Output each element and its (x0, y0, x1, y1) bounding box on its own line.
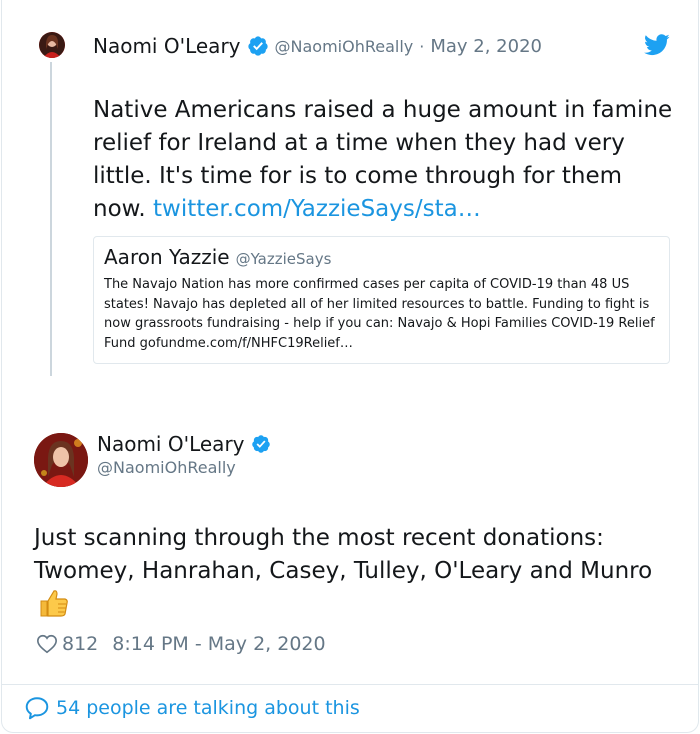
parent-tweet-text: Native Americans raised a huge amount in… (93, 94, 673, 226)
main-author-handle[interactable]: @NaomiOhReally (97, 458, 271, 477)
parent-tweet-date[interactable]: May 2, 2020 (430, 36, 542, 57)
main-tweet-header: Naomi O'Leary @NaomiOhReally (97, 432, 271, 477)
parent-author-handle[interactable]: @NaomiOhReally (275, 37, 414, 56)
quoted-tweet-header: Aaron Yazzie @YazzieSays (104, 245, 659, 269)
parent-tweet-header: Naomi O'Leary @NaomiOhReally · May 2, 20… (93, 30, 542, 62)
speech-bubble-icon (25, 697, 49, 720)
quoted-tweet-text: The Navajo Nation has more confirmed cas… (104, 277, 655, 351)
header-separator: · (419, 36, 425, 56)
quoted-author-handle: @YazzieSays (235, 250, 332, 268)
tweet-meta-row: 812 8:14 PM - May 2, 2020 (36, 633, 326, 655)
main-author-avatar[interactable] (34, 433, 88, 487)
twitter-bird-icon[interactable] (644, 34, 670, 56)
quoted-tweet-card[interactable]: Aaron Yazzie @YazzieSays The Navajo Nati… (93, 236, 670, 364)
parent-author-avatar[interactable] (39, 32, 65, 58)
tweet-timestamp[interactable]: 8:14 PM - May 2, 2020 (112, 633, 325, 655)
like-count[interactable]: 812 (62, 633, 98, 655)
tweet-embed-card: Naomi O'Leary @NaomiOhReally · May 2, 20… (1, 0, 699, 733)
thumbs-up-icon (40, 590, 68, 617)
thread-connector-line (50, 62, 52, 376)
footer-divider (2, 684, 698, 685)
main-author-name-row: Naomi O'Leary (97, 432, 271, 456)
heart-icon[interactable] (36, 633, 58, 655)
quoted-author-name: Aaron Yazzie (104, 245, 230, 269)
verified-badge-icon (247, 36, 268, 56)
quoted-tweet-link[interactable]: twitter.com/YazzieSays/sta… (153, 196, 481, 222)
conversation-count-text[interactable]: 54 people are talking about this (56, 697, 360, 719)
main-tweet-body: Just scanning through the most recent do… (34, 525, 653, 584)
conversation-link[interactable]: 54 people are talking about this (24, 695, 360, 721)
parent-author-name[interactable]: Naomi O'Leary (93, 34, 241, 58)
verified-badge-icon (251, 435, 270, 453)
main-author-name[interactable]: Naomi O'Leary (97, 432, 245, 456)
main-tweet-text: Just scanning through the most recent do… (34, 522, 674, 622)
